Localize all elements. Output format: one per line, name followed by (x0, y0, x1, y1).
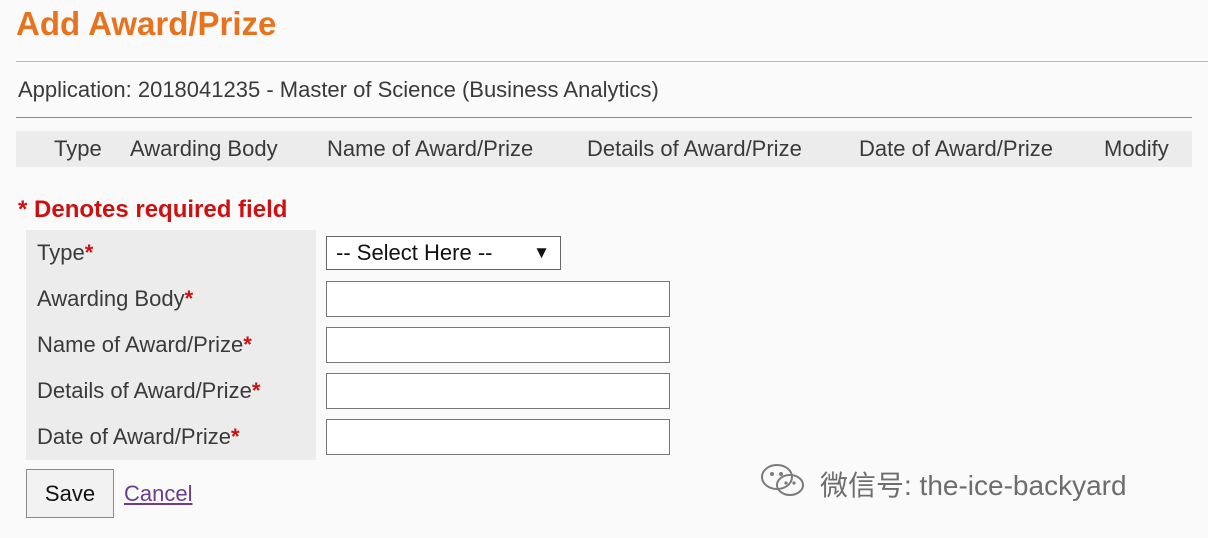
required-marker: * (251, 378, 261, 403)
column-header-details: Details of Award/Prize (587, 136, 802, 161)
award-name-label-text: Name of Award/Prize (37, 332, 244, 357)
application-info: Application: 2018041235 - Master of Scie… (18, 77, 659, 102)
required-marker: * (243, 332, 252, 357)
type-label: Type* (37, 238, 93, 268)
awards-table-header: Type Awarding Body Name of Award/Prize D… (16, 131, 1192, 167)
awarding-body-input[interactable] (326, 281, 670, 317)
watermark: 微信号: the-ice-backyard (760, 462, 1127, 513)
watermark-text: 微信号: the-ice-backyard (820, 469, 1127, 501)
column-header-date: Date of Award/Prize (859, 136, 1054, 161)
divider-middle (16, 117, 1192, 118)
award-date-label: Date of Award/Prize* (37, 422, 240, 452)
awarding-body-label: Awarding Body* (37, 284, 193, 314)
type-label-text: Type (37, 240, 85, 265)
required-marker: * (184, 286, 194, 311)
award-date-label-text: Date of Award/Prize (37, 424, 232, 449)
column-header-type: Type (54, 136, 102, 161)
column-header-modify: Modify (1104, 136, 1169, 161)
divider-top (16, 61, 1208, 62)
award-name-input[interactable] (326, 327, 670, 363)
award-details-input[interactable] (326, 373, 670, 409)
required-field-note: * Denotes required field (18, 196, 288, 223)
wechat-icon (760, 462, 806, 513)
type-select[interactable]: -- Select Here -- ▼ (326, 236, 561, 270)
awarding-body-label-text: Awarding Body (37, 286, 185, 311)
save-button[interactable]: Save (26, 469, 114, 518)
column-header-awarding-body: Awarding Body (130, 136, 278, 161)
chevron-down-icon: ▼ (533, 243, 550, 262)
award-name-label: Name of Award/Prize* (37, 330, 252, 360)
type-select-value: -- Select Here -- (336, 240, 493, 265)
page: Add Award/Prize Application: 2018041235 … (0, 0, 1208, 538)
cancel-link[interactable]: Cancel (124, 480, 192, 508)
page-title: Add Award/Prize (16, 5, 277, 42)
required-marker: * (84, 240, 94, 265)
required-marker: * (231, 424, 240, 449)
award-details-label: Details of Award/Prize* (37, 376, 260, 406)
award-details-label-text: Details of Award/Prize (37, 378, 252, 403)
column-header-name: Name of Award/Prize (327, 136, 534, 161)
award-date-input[interactable] (326, 419, 670, 455)
